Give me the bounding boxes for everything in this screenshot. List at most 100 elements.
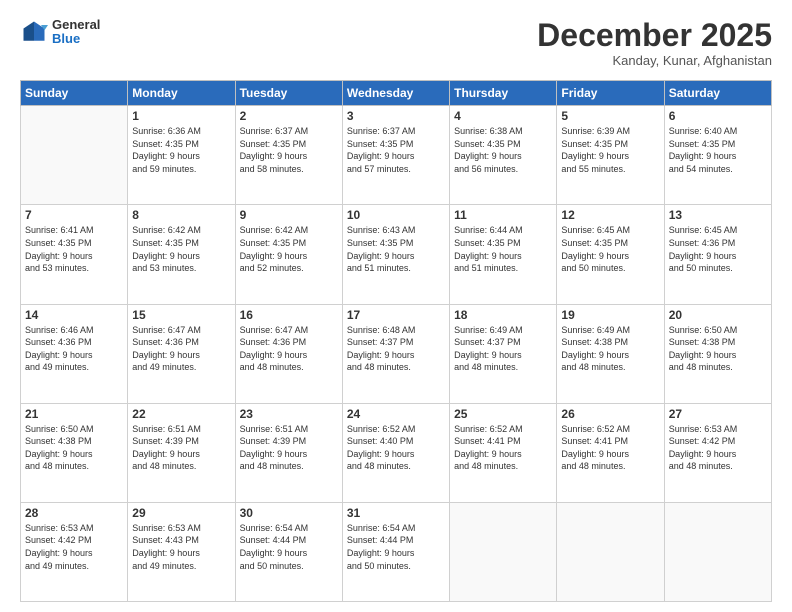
day-info: Sunrise: 6:53 AM Sunset: 4:42 PM Dayligh… bbox=[25, 522, 123, 572]
day-number: 23 bbox=[240, 407, 338, 421]
day-number: 14 bbox=[25, 308, 123, 322]
day-info: Sunrise: 6:39 AM Sunset: 4:35 PM Dayligh… bbox=[561, 125, 659, 175]
month-title: December 2025 bbox=[537, 18, 772, 53]
day-info: Sunrise: 6:51 AM Sunset: 4:39 PM Dayligh… bbox=[240, 423, 338, 473]
day-info: Sunrise: 6:49 AM Sunset: 4:38 PM Dayligh… bbox=[561, 324, 659, 374]
calendar-cell: 7 Sunrise: 6:41 AM Sunset: 4:35 PM Daylig… bbox=[21, 205, 128, 304]
calendar-cell: 10 Sunrise: 6:43 AM Sunset: 4:35 PM Dayli… bbox=[342, 205, 449, 304]
logo-general-text: General bbox=[52, 18, 100, 32]
day-number: 9 bbox=[240, 208, 338, 222]
weekday-header-wednesday: Wednesday bbox=[342, 81, 449, 106]
day-number: 1 bbox=[132, 109, 230, 123]
calendar-cell: 17Sunrise: 6:48 AM Sunset: 4:37 PM Dayli… bbox=[342, 304, 449, 403]
day-number: 5 bbox=[561, 109, 659, 123]
calendar-week-3: 21Sunrise: 6:50 AM Sunset: 4:38 PM Dayli… bbox=[21, 403, 772, 502]
day-info: Sunrise: 6:54 AM Sunset: 4:44 PM Dayligh… bbox=[240, 522, 338, 572]
day-number: 15 bbox=[132, 308, 230, 322]
day-number: 26 bbox=[561, 407, 659, 421]
calendar-cell: 23 Sunrise: 6:51 AM Sunset: 4:39 PM Dayli… bbox=[235, 403, 342, 502]
logo-text: General Blue bbox=[52, 18, 100, 47]
calendar-cell bbox=[557, 502, 664, 601]
calendar-week-2: 14 Sunrise: 6:46 AM Sunset: 4:36 PM Dayli… bbox=[21, 304, 772, 403]
day-number: 11 bbox=[454, 208, 552, 222]
calendar-cell: 14 Sunrise: 6:46 AM Sunset: 4:36 PM Dayli… bbox=[21, 304, 128, 403]
weekday-header-monday: Monday bbox=[128, 81, 235, 106]
day-info: Sunrise: 6:43 AM Sunset: 4:35 PM Dayligh… bbox=[347, 224, 445, 274]
calendar-cell: 24 Sunrise: 6:52 AM Sunset: 4:40 PM Dayli… bbox=[342, 403, 449, 502]
day-number: 31 bbox=[347, 506, 445, 520]
day-number: 27 bbox=[669, 407, 767, 421]
day-info: Sunrise: 6:45 AM Sunset: 4:35 PM Dayligh… bbox=[561, 224, 659, 274]
day-number: 10 bbox=[347, 208, 445, 222]
day-number: 19 bbox=[561, 308, 659, 322]
day-number: 16 bbox=[240, 308, 338, 322]
day-number: 21 bbox=[25, 407, 123, 421]
logo-icon bbox=[20, 18, 48, 46]
day-number: 24 bbox=[347, 407, 445, 421]
day-info: Sunrise: 6:49 AM Sunset: 4:37 PM Dayligh… bbox=[454, 324, 552, 374]
calendar-cell: 6Sunrise: 6:40 AM Sunset: 4:35 PM Daylig… bbox=[664, 106, 771, 205]
calendar-cell: 25 Sunrise: 6:52 AM Sunset: 4:41 PM Dayli… bbox=[450, 403, 557, 502]
day-number: 4 bbox=[454, 109, 552, 123]
calendar-cell: 21Sunrise: 6:50 AM Sunset: 4:38 PM Dayli… bbox=[21, 403, 128, 502]
calendar-cell: 29Sunrise: 6:53 AM Sunset: 4:43 PM Dayli… bbox=[128, 502, 235, 601]
day-number: 29 bbox=[132, 506, 230, 520]
day-number: 2 bbox=[240, 109, 338, 123]
weekday-header-saturday: Saturday bbox=[664, 81, 771, 106]
day-info: Sunrise: 6:42 AM Sunset: 4:35 PM Dayligh… bbox=[132, 224, 230, 274]
weekday-header-tuesday: Tuesday bbox=[235, 81, 342, 106]
logo: General Blue bbox=[20, 18, 100, 47]
day-info: Sunrise: 6:40 AM Sunset: 4:35 PM Dayligh… bbox=[669, 125, 767, 175]
calendar-cell: 22Sunrise: 6:51 AM Sunset: 4:39 PM Dayli… bbox=[128, 403, 235, 502]
calendar-cell: 8 Sunrise: 6:42 AM Sunset: 4:35 PM Daylig… bbox=[128, 205, 235, 304]
day-number: 30 bbox=[240, 506, 338, 520]
calendar-cell: 5 Sunrise: 6:39 AM Sunset: 4:35 PM Daylig… bbox=[557, 106, 664, 205]
day-info: Sunrise: 6:37 AM Sunset: 4:35 PM Dayligh… bbox=[240, 125, 338, 175]
day-info: Sunrise: 6:41 AM Sunset: 4:35 PM Dayligh… bbox=[25, 224, 123, 274]
calendar-cell: 15 Sunrise: 6:47 AM Sunset: 4:36 PM Dayli… bbox=[128, 304, 235, 403]
day-number: 12 bbox=[561, 208, 659, 222]
calendar-cell: 30 Sunrise: 6:54 AM Sunset: 4:44 PM Dayli… bbox=[235, 502, 342, 601]
location-subtitle: Kanday, Kunar, Afghanistan bbox=[537, 53, 772, 68]
day-info: Sunrise: 6:50 AM Sunset: 4:38 PM Dayligh… bbox=[669, 324, 767, 374]
day-number: 18 bbox=[454, 308, 552, 322]
day-info: Sunrise: 6:46 AM Sunset: 4:36 PM Dayligh… bbox=[25, 324, 123, 374]
weekday-header-thursday: Thursday bbox=[450, 81, 557, 106]
calendar-cell: 3Sunrise: 6:37 AM Sunset: 4:35 PM Daylig… bbox=[342, 106, 449, 205]
calendar-cell: 28Sunrise: 6:53 AM Sunset: 4:42 PM Dayli… bbox=[21, 502, 128, 601]
calendar-cell: 31 Sunrise: 6:54 AM Sunset: 4:44 PM Dayli… bbox=[342, 502, 449, 601]
calendar-cell: 26 Sunrise: 6:52 AM Sunset: 4:41 PM Dayli… bbox=[557, 403, 664, 502]
day-info: Sunrise: 6:52 AM Sunset: 4:40 PM Dayligh… bbox=[347, 423, 445, 473]
day-number: 25 bbox=[454, 407, 552, 421]
day-info: Sunrise: 6:53 AM Sunset: 4:42 PM Dayligh… bbox=[669, 423, 767, 473]
calendar-cell: 1Sunrise: 6:36 AM Sunset: 4:35 PM Daylig… bbox=[128, 106, 235, 205]
day-number: 17 bbox=[347, 308, 445, 322]
day-info: Sunrise: 6:47 AM Sunset: 4:36 PM Dayligh… bbox=[132, 324, 230, 374]
day-number: 7 bbox=[25, 208, 123, 222]
day-info: Sunrise: 6:52 AM Sunset: 4:41 PM Dayligh… bbox=[454, 423, 552, 473]
day-info: Sunrise: 6:47 AM Sunset: 4:36 PM Dayligh… bbox=[240, 324, 338, 374]
calendar-week-4: 28Sunrise: 6:53 AM Sunset: 4:42 PM Dayli… bbox=[21, 502, 772, 601]
calendar-cell bbox=[450, 502, 557, 601]
day-number: 8 bbox=[132, 208, 230, 222]
calendar-header: SundayMondayTuesdayWednesdayThursdayFrid… bbox=[21, 81, 772, 106]
day-number: 22 bbox=[132, 407, 230, 421]
calendar-cell: 12 Sunrise: 6:45 AM Sunset: 4:35 PM Dayli… bbox=[557, 205, 664, 304]
calendar-table: SundayMondayTuesdayWednesdayThursdayFrid… bbox=[20, 80, 772, 602]
calendar-cell bbox=[21, 106, 128, 205]
weekday-row: SundayMondayTuesdayWednesdayThursdayFrid… bbox=[21, 81, 772, 106]
day-info: Sunrise: 6:45 AM Sunset: 4:36 PM Dayligh… bbox=[669, 224, 767, 274]
day-info: Sunrise: 6:52 AM Sunset: 4:41 PM Dayligh… bbox=[561, 423, 659, 473]
calendar-cell: 9Sunrise: 6:42 AM Sunset: 4:35 PM Daylig… bbox=[235, 205, 342, 304]
calendar-cell: 16 Sunrise: 6:47 AM Sunset: 4:36 PM Dayli… bbox=[235, 304, 342, 403]
header: General Blue December 2025 Kanday, Kunar… bbox=[20, 18, 772, 68]
calendar-cell: 27 Sunrise: 6:53 AM Sunset: 4:42 PM Dayli… bbox=[664, 403, 771, 502]
day-info: Sunrise: 6:54 AM Sunset: 4:44 PM Dayligh… bbox=[347, 522, 445, 572]
calendar-cell: 11Sunrise: 6:44 AM Sunset: 4:35 PM Dayli… bbox=[450, 205, 557, 304]
calendar-cell bbox=[664, 502, 771, 601]
logo-blue-text: Blue bbox=[52, 32, 100, 46]
calendar-cell: 19 Sunrise: 6:49 AM Sunset: 4:38 PM Dayli… bbox=[557, 304, 664, 403]
title-block: December 2025 Kanday, Kunar, Afghanistan bbox=[537, 18, 772, 68]
calendar-cell: 20Sunrise: 6:50 AM Sunset: 4:38 PM Dayli… bbox=[664, 304, 771, 403]
day-info: Sunrise: 6:38 AM Sunset: 4:35 PM Dayligh… bbox=[454, 125, 552, 175]
